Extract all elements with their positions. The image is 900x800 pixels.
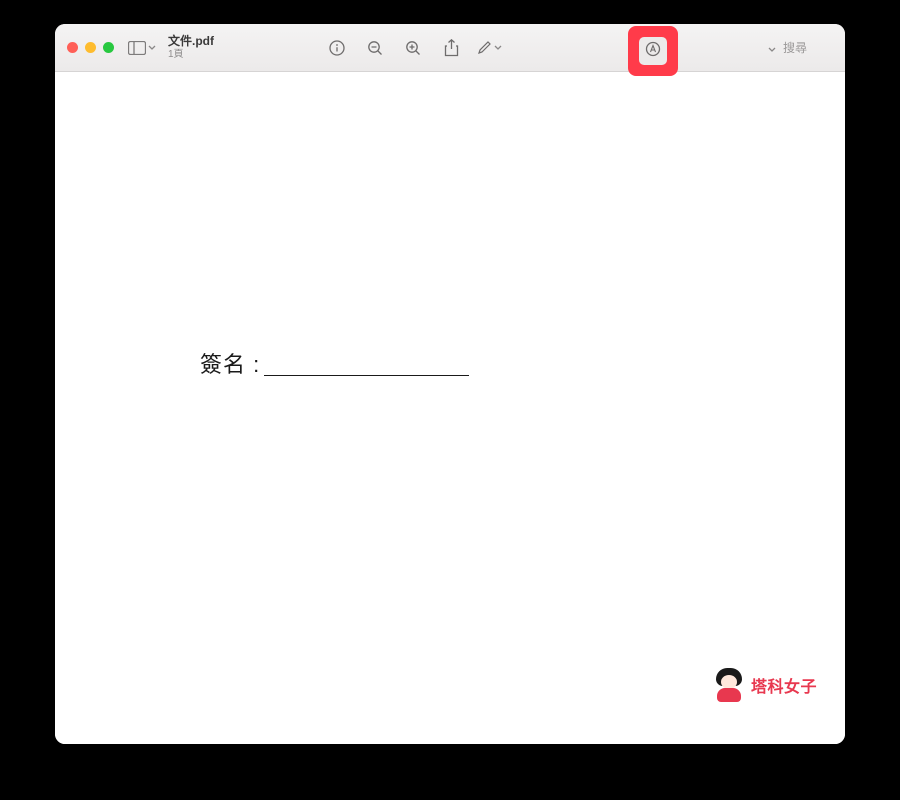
share-icon — [444, 39, 459, 57]
info-icon — [329, 40, 345, 56]
markup-button-highlight — [628, 26, 678, 76]
chevron-down-icon — [148, 45, 158, 50]
signature-field: 簽名 : — [200, 347, 469, 379]
title-block: 文件.pdf 1頁 — [168, 35, 214, 60]
sidebar-icon — [128, 41, 146, 55]
toolbar-center — [325, 36, 575, 60]
zoom-out-icon — [367, 40, 383, 56]
close-button[interactable] — [67, 42, 78, 53]
document-title: 文件.pdf — [168, 35, 214, 49]
signature-label: 簽名 : — [200, 347, 260, 379]
watermark: 塔科女子 — [713, 668, 817, 702]
annotate-button[interactable] — [477, 36, 501, 60]
share-button[interactable] — [439, 36, 463, 60]
fullscreen-button[interactable] — [103, 42, 114, 53]
preview-window: 文件.pdf 1頁 — [55, 24, 845, 744]
document-content[interactable]: 簽名 : 塔科女子 — [55, 72, 845, 744]
zoom-in-button[interactable] — [401, 36, 425, 60]
watermark-avatar — [713, 668, 745, 702]
chevron-down-icon — [494, 45, 502, 50]
info-button[interactable] — [325, 36, 349, 60]
chevron-down-icon[interactable] — [768, 41, 778, 55]
titlebar: 文件.pdf 1頁 — [55, 24, 845, 72]
signature-line — [264, 375, 469, 376]
pencil-icon — [477, 40, 492, 55]
toolbar-right — [768, 41, 833, 55]
markup-toolbar-icon — [645, 41, 661, 62]
search-input[interactable] — [783, 41, 833, 55]
markup-toolbar-button[interactable] — [639, 37, 667, 65]
page-count: 1頁 — [168, 49, 214, 61]
window-controls — [67, 42, 114, 53]
watermark-text: 塔科女子 — [751, 673, 817, 697]
zoom-out-button[interactable] — [363, 36, 387, 60]
sidebar-toggle-button[interactable] — [128, 41, 158, 55]
minimize-button[interactable] — [85, 42, 96, 53]
zoom-in-icon — [405, 40, 421, 56]
